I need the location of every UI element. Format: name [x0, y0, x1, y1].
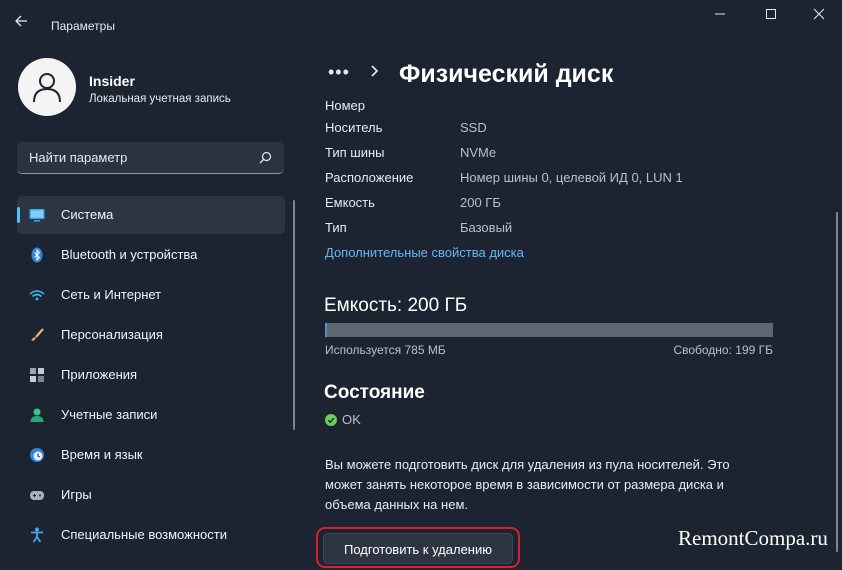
property-value: Номер шины 0, целевой ИД 0, LUN 1	[460, 170, 683, 185]
arrow-left-icon	[15, 15, 27, 27]
property-name: Емкость	[325, 195, 375, 210]
sidebar-item-label: Специальные возможности	[61, 527, 227, 542]
brush-icon	[31, 328, 44, 341]
globe-clock-icon	[30, 448, 44, 462]
monitor-icon	[29, 209, 45, 222]
sidebar-nav: Система Bluetooth и устройства Сеть и Ин…	[17, 196, 285, 556]
capacity-bar	[325, 323, 773, 337]
gamepad-icon	[30, 491, 44, 500]
sidebar-item-label: Время и язык	[61, 447, 143, 462]
page-title: Физический диск	[399, 60, 614, 88]
search-input[interactable]: Найти параметр	[29, 150, 127, 165]
property-name: Носитель	[325, 120, 383, 135]
sidebar-item-system[interactable]: Система	[17, 196, 285, 234]
account-type: Локальная учетная запись	[89, 93, 231, 105]
close-button[interactable]	[805, 8, 833, 28]
sidebar-item-accessibility[interactable]: Специальные возможности	[17, 516, 285, 554]
user-name: Insider	[89, 73, 135, 89]
property-row-partial: Номер	[325, 100, 795, 112]
sidebar-item-apps[interactable]: Приложения	[17, 356, 285, 394]
property-name: Расположение	[325, 170, 414, 185]
capacity-title: Емкость: 200 ГБ	[324, 295, 468, 316]
sidebar-item-gaming[interactable]: Игры	[17, 476, 285, 514]
search-icon[interactable]	[259, 151, 272, 164]
app-title: Параметры	[51, 19, 115, 33]
maximize-button[interactable]	[757, 8, 785, 28]
watermark: RemontCompa.ru	[678, 526, 828, 550]
person-icon	[30, 408, 44, 422]
sidebar-item-time-language[interactable]: Время и язык	[17, 436, 285, 474]
sidebar-item-network[interactable]: Сеть и Интернет	[17, 276, 285, 314]
wifi-icon	[29, 290, 45, 301]
minimize-button[interactable]	[706, 8, 734, 28]
sidebar-item-label: Персонализация	[61, 327, 163, 342]
sidebar-item-personalization[interactable]: Персонализация	[17, 316, 285, 354]
property-value: NVMe	[460, 145, 497, 160]
sidebar-item-label: Сеть и Интернет	[61, 287, 162, 302]
sidebar-item-label: Игры	[61, 487, 92, 502]
close-icon	[813, 8, 825, 20]
main-scrollbar[interactable]	[836, 212, 838, 552]
free-space-label: Свободно: 199 ГБ	[673, 343, 773, 357]
property-row-bus-type: Тип шины NVMe	[325, 145, 795, 167]
property-name: Номер	[325, 100, 366, 112]
property-name: Тип шины	[325, 145, 385, 160]
sidebar-item-label: Приложения	[61, 367, 138, 382]
property-row-type: Тип Базовый	[325, 220, 795, 242]
property-row-media: Носитель SSD	[325, 120, 795, 142]
breadcrumb-more-button[interactable]: •••	[328, 62, 350, 83]
accessibility-icon	[31, 527, 43, 543]
back-button[interactable]	[14, 14, 34, 34]
avatar[interactable]	[18, 58, 76, 116]
state-title: Состояние	[324, 382, 425, 403]
person-icon	[33, 73, 61, 103]
property-row-capacity: Емкость 200 ГБ	[325, 195, 795, 217]
capacity-bar-fill	[325, 323, 327, 337]
property-value: 200 ГБ	[460, 195, 501, 210]
maximize-icon	[766, 9, 776, 19]
apps-icon	[30, 368, 44, 382]
remove-description: Вы можете подготовить диск для удаления …	[325, 457, 730, 512]
state-value: OK	[342, 412, 361, 427]
property-value: Базовый	[460, 220, 513, 235]
property-row-location: Расположение Номер шины 0, целевой ИД 0,…	[325, 170, 795, 192]
property-value: SSD	[460, 120, 487, 135]
check-circle-icon	[325, 414, 337, 426]
chevron-right-icon	[371, 65, 379, 77]
search-box[interactable]: Найти параметр	[17, 142, 284, 174]
bluetooth-icon	[31, 247, 43, 263]
sidebar-item-accounts[interactable]: Учетные записи	[17, 396, 285, 434]
used-space-label: Используется 785 МБ	[325, 343, 446, 357]
advanced-disk-properties-link[interactable]: Дополнительные свойства диска	[325, 245, 524, 260]
property-name: Тип	[325, 220, 347, 235]
sidebar-scrollbar[interactable]	[293, 200, 295, 430]
title-bar: Параметры	[0, 0, 842, 40]
highlight-frame	[316, 527, 520, 568]
sidebar-item-label: Bluetooth и устройства	[61, 247, 198, 262]
sidebar-item-label: Учетные записи	[61, 407, 158, 422]
sidebar-item-bluetooth[interactable]: Bluetooth и устройства	[17, 236, 285, 274]
sidebar-item-label: Система	[61, 207, 114, 222]
minimize-icon	[715, 13, 725, 15]
